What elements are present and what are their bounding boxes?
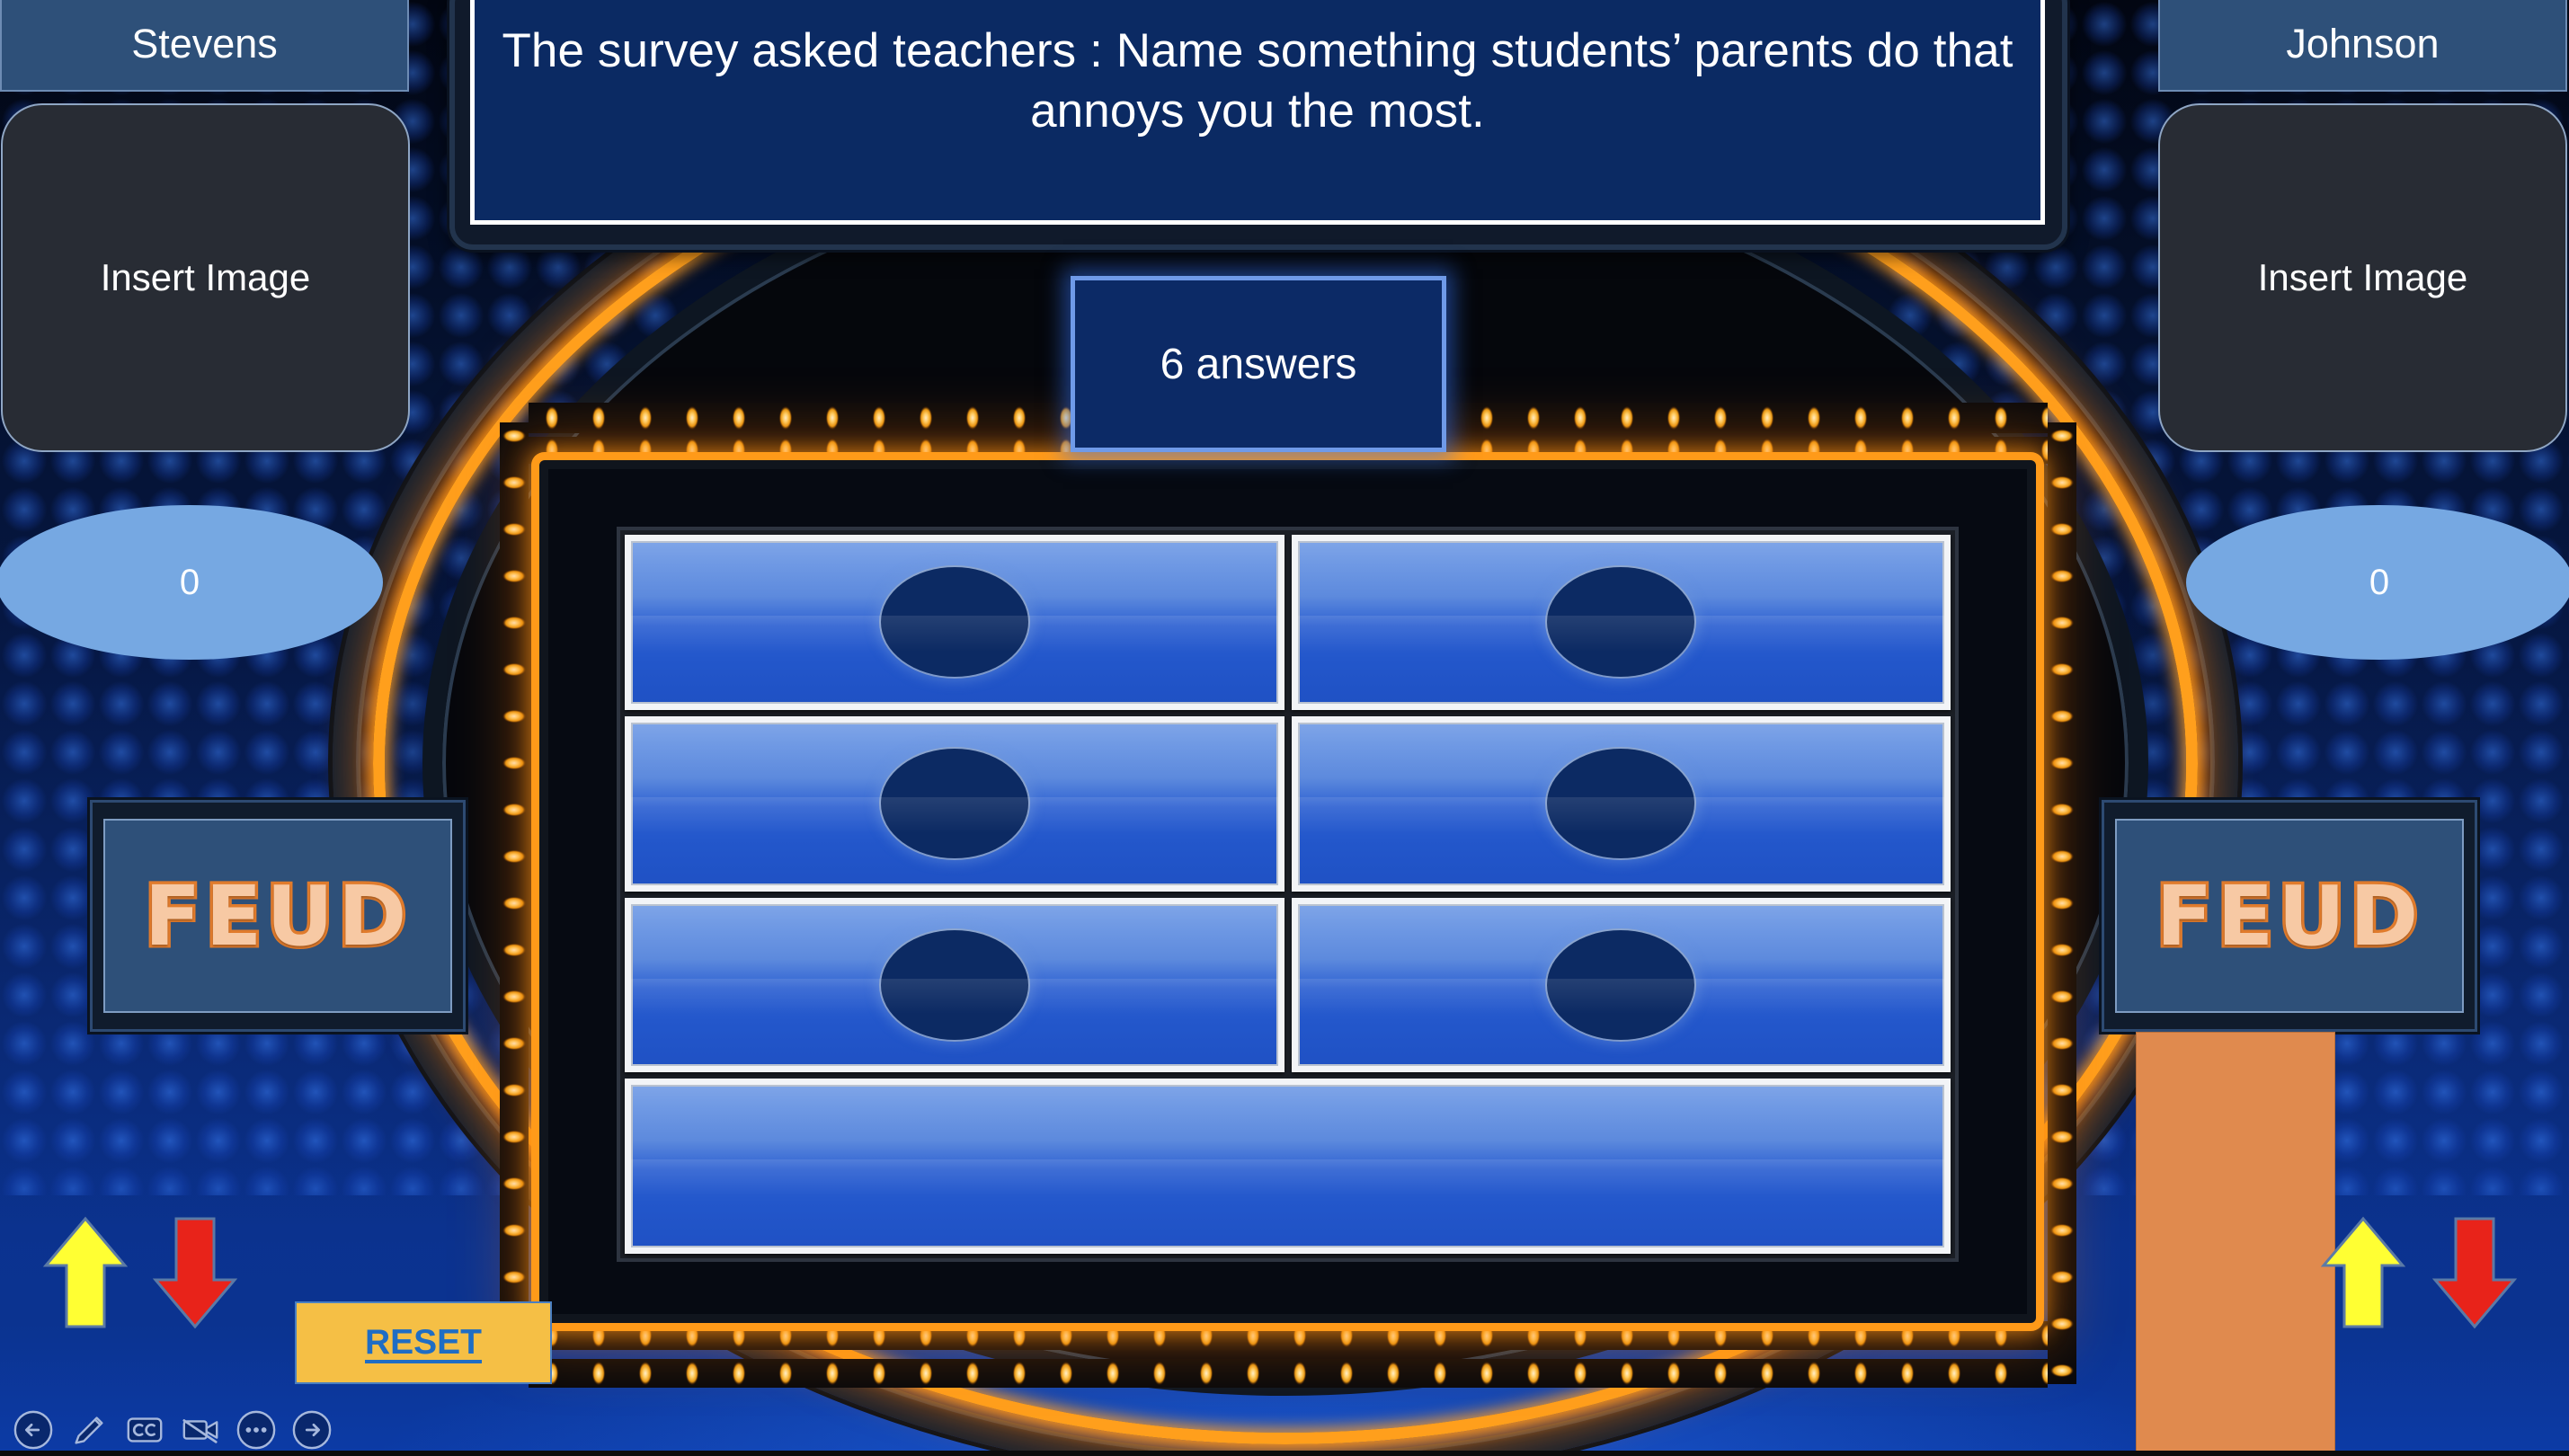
marquee-bulbs-left xyxy=(500,422,529,1384)
arrow-up-icon-right[interactable] xyxy=(2321,1215,2405,1330)
answer-oval-2 xyxy=(1547,567,1695,678)
presenter-toolbar xyxy=(13,1409,333,1451)
answer-oval-5 xyxy=(880,929,1028,1040)
marquee-bulbs-bottom-inner xyxy=(529,1321,2048,1350)
answer-panel-1[interactable] xyxy=(625,535,1284,710)
feud-logo-inner-right: FEUD xyxy=(2115,818,2464,1014)
question-text: The survey asked teachers : Name somethi… xyxy=(502,24,2013,138)
feud-logo-text-left: FEUD xyxy=(141,865,412,967)
answer-oval-6 xyxy=(1547,929,1695,1040)
answer-row-1 xyxy=(625,535,1951,710)
feud-logo-text-right: FEUD xyxy=(2153,865,2423,967)
answer-panel-3[interactable] xyxy=(625,715,1284,892)
camera-off-icon[interactable] xyxy=(180,1409,221,1451)
closed-captions-icon[interactable] xyxy=(124,1409,165,1451)
answer-row-3 xyxy=(625,897,1951,1073)
feud-logo-inner-left: FEUD xyxy=(103,818,452,1014)
bottom-edge-strip xyxy=(0,1451,2569,1456)
next-slide-icon[interactable] xyxy=(291,1409,333,1451)
arrow-down-icon-right[interactable] xyxy=(2432,1215,2517,1330)
question-banner: The survey asked teachers : Name somethi… xyxy=(470,0,2045,225)
team-name-left[interactable]: Stevens xyxy=(0,0,409,92)
family-feud-slide: The survey asked teachers : Name somethi… xyxy=(0,0,2569,1456)
marquee-bulbs-right xyxy=(2048,422,2076,1384)
feud-logo-right: FEUD xyxy=(2102,800,2477,1032)
more-options-icon[interactable] xyxy=(236,1409,277,1451)
answer-oval-1 xyxy=(880,567,1028,678)
arrow-down-icon-left[interactable] xyxy=(153,1215,237,1330)
answer-row-2 xyxy=(625,715,1951,892)
answer-oval-4 xyxy=(1547,749,1695,859)
orange-score-bar xyxy=(2136,1032,2335,1456)
pen-icon[interactable] xyxy=(68,1409,110,1451)
answer-panel-5[interactable] xyxy=(625,897,1284,1073)
team-score-right[interactable]: 0 xyxy=(2186,505,2569,660)
answer-row-4 xyxy=(625,1079,1951,1254)
answer-panel-2[interactable] xyxy=(1291,535,1951,710)
answer-oval-3 xyxy=(880,749,1028,859)
answer-panel-4[interactable] xyxy=(1291,715,1951,892)
answer-panel-6[interactable] xyxy=(1291,897,1951,1073)
answers-count-label: 6 answers xyxy=(1160,340,1357,388)
answer-board xyxy=(617,527,1959,1262)
reset-button-label: RESET xyxy=(364,1323,483,1362)
reset-button[interactable]: RESET xyxy=(295,1301,552,1384)
marquee-bulbs-bottom-outer xyxy=(529,1359,2048,1388)
answers-count-box: 6 answers xyxy=(1071,276,1446,452)
previous-slide-icon[interactable] xyxy=(13,1409,54,1451)
team-score-left[interactable]: 0 xyxy=(0,505,383,660)
team-image-placeholder-right[interactable]: Insert Image xyxy=(2158,103,2567,452)
feud-logo-left: FEUD xyxy=(90,800,466,1032)
arrow-up-icon-left[interactable] xyxy=(43,1215,128,1330)
team-name-right[interactable]: Johnson xyxy=(2158,0,2567,92)
answer-panel-7[interactable] xyxy=(625,1079,1951,1254)
team-image-placeholder-left[interactable]: Insert Image xyxy=(1,103,410,452)
